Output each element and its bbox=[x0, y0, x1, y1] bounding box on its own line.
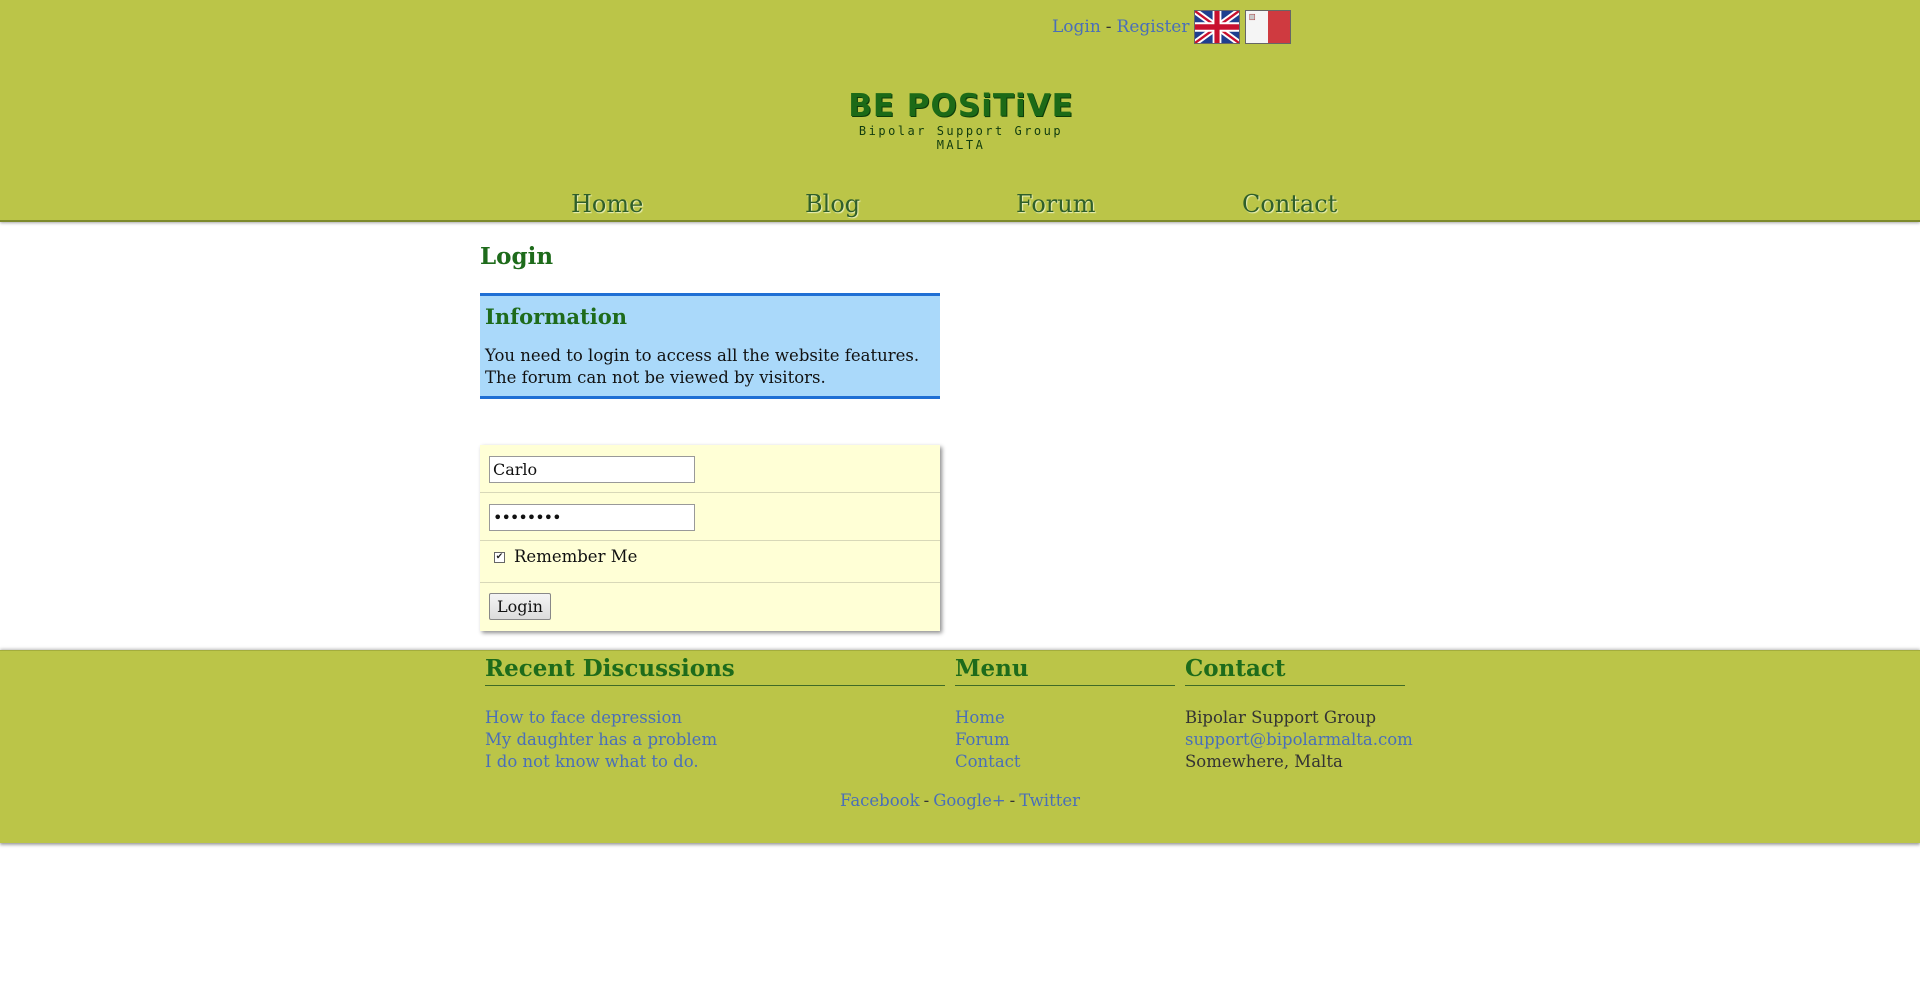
footer-menu-forum[interactable]: Forum bbox=[955, 730, 1010, 749]
menu-title: Menu bbox=[955, 651, 1175, 686]
register-link[interactable]: Register bbox=[1117, 17, 1190, 37]
logo-title: BE POSiTiVE bbox=[848, 88, 1074, 124]
footer-menu-home[interactable]: Home bbox=[955, 708, 1005, 727]
username-field[interactable] bbox=[489, 456, 695, 483]
site-header: Login - Register BE POSiTiVE Bipolar Sup… bbox=[0, 0, 1920, 222]
top-links-separator: - bbox=[1105, 17, 1112, 37]
login-button[interactable]: Login bbox=[489, 593, 551, 620]
contact-section: Contact Bipolar Support Group support@bi… bbox=[1185, 651, 1413, 773]
password-field[interactable] bbox=[489, 504, 695, 531]
social-links: Facebook - Google+ - Twitter bbox=[0, 791, 1920, 810]
contact-email-link[interactable]: support@bipolarmalta.com bbox=[1185, 730, 1413, 749]
site-footer: Recent Discussions How to face depressio… bbox=[0, 650, 1920, 843]
google-plus-link[interactable]: Google+ bbox=[933, 791, 1005, 810]
site-logo[interactable]: BE POSiTiVE Bipolar Support Group MALTA bbox=[836, 90, 1086, 152]
remember-row: ✔ Remember Me bbox=[480, 541, 940, 583]
twitter-link[interactable]: Twitter bbox=[1019, 791, 1080, 810]
social-separator: - bbox=[923, 791, 930, 810]
information-box: Information You need to login to access … bbox=[480, 293, 940, 399]
information-title: Information bbox=[485, 304, 627, 329]
password-row bbox=[480, 493, 940, 541]
logo-subtitle: Bipolar Support Group MALTA bbox=[858, 124, 1064, 152]
uk-flag-icon[interactable] bbox=[1194, 10, 1241, 44]
menu-section: Menu Home Forum Contact bbox=[955, 651, 1175, 773]
recent-discussion-link[interactable]: I do not know what to do. bbox=[485, 752, 699, 771]
recent-discussion-link[interactable]: My daughter has a problem bbox=[485, 730, 717, 749]
contact-org: Bipolar Support Group bbox=[1185, 708, 1377, 727]
information-text: You need to login to access all the webs… bbox=[485, 346, 920, 387]
nav-blog[interactable]: Blog bbox=[805, 190, 860, 218]
recent-discussion-link[interactable]: How to face depression bbox=[485, 708, 682, 727]
contact-title: Contact bbox=[1185, 651, 1405, 686]
recent-discussions-section: Recent Discussions How to face depressio… bbox=[485, 651, 945, 773]
malta-flag-icon[interactable] bbox=[1245, 10, 1292, 44]
facebook-link[interactable]: Facebook bbox=[840, 791, 920, 810]
username-row bbox=[480, 445, 940, 493]
remember-me-label: Remember Me bbox=[514, 547, 638, 566]
nav-forum[interactable]: Forum bbox=[1016, 190, 1095, 218]
nav-contact[interactable]: Contact bbox=[1242, 190, 1337, 218]
nav-home[interactable]: Home bbox=[571, 190, 643, 218]
main-nav: Home Blog Forum Contact bbox=[0, 190, 1920, 220]
social-separator: - bbox=[1009, 791, 1016, 810]
contact-address: Somewhere, Malta bbox=[1185, 752, 1343, 771]
login-link[interactable]: Login bbox=[1052, 17, 1101, 37]
remember-me-checkbox[interactable]: ✔ bbox=[494, 552, 505, 563]
page-title: Login bbox=[480, 243, 554, 270]
footer-menu-contact[interactable]: Contact bbox=[955, 752, 1021, 771]
login-form: ✔ Remember Me Login bbox=[480, 445, 940, 631]
top-links: Login - Register bbox=[1052, 10, 1292, 44]
recent-discussions-title: Recent Discussions bbox=[485, 651, 945, 686]
submit-row: Login bbox=[480, 583, 940, 631]
